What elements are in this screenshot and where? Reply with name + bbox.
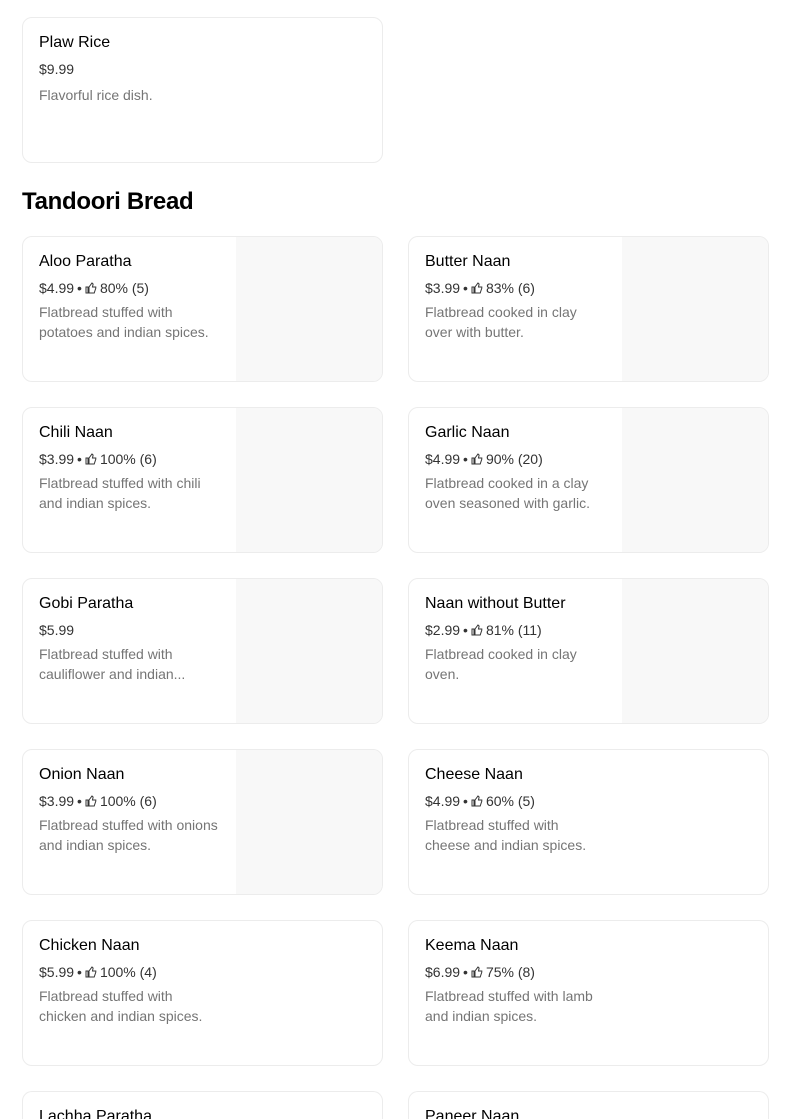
item-meta: $4.99 • 90% (20) (425, 451, 543, 467)
item-price: $6.99 (425, 964, 461, 980)
menu-item-card[interactable]: Garlic Naan $4.99 • 90% (20) Flatbread c… (408, 407, 769, 553)
thumbs-up-icon (471, 795, 483, 807)
item-name: Cheese Naan (425, 766, 523, 783)
item-meta: $5.99 • 100% (4) (39, 964, 157, 980)
item-name: Lachha Paratha (39, 1108, 152, 1119)
section-title: Tandoori Bread (22, 188, 194, 215)
item-name: Butter Naan (425, 253, 511, 270)
separator-dot: • (77, 451, 82, 467)
thumbs-up-icon (471, 453, 483, 465)
item-price: $3.99 (39, 451, 75, 467)
thumbs-up-icon (85, 966, 97, 978)
item-description: Flatbread stuffed with cheese and indian… (425, 817, 587, 853)
separator-dot: • (463, 451, 468, 467)
menu-item-card[interactable]: Naan without Butter $2.99 • 81% (11) Fla… (408, 578, 769, 724)
thumbs-up-icon (471, 282, 483, 294)
item-rating: 75% (8) (485, 964, 535, 980)
item-image-placeholder (236, 579, 382, 723)
item-description: Flatbread stuffed with onions and indian… (39, 817, 218, 853)
item-rating: 100% (6) (99, 451, 157, 467)
item-rating: 100% (4) (99, 964, 157, 980)
item-price: $2.99 (425, 622, 461, 638)
separator-dot: • (77, 793, 82, 809)
menu-item-card[interactable]: Keema Naan $6.99 • 75% (8) Flatbread stu… (408, 920, 769, 1066)
menu-page: Plaw Rice $9.99 Flavorful rice dish. Tan… (0, 0, 804, 1119)
menu-item-card[interactable]: Paneer Naan (408, 1091, 769, 1119)
item-description: Flatbread stuffed with chili and indian … (39, 475, 201, 511)
separator-dot: • (77, 964, 82, 980)
thumbs-up-icon (85, 453, 97, 465)
item-name: Aloo Paratha (39, 253, 132, 270)
thumbs-up-icon (85, 795, 97, 807)
item-meta: $2.99 • 81% (11) (425, 622, 542, 638)
menu-item-card[interactable]: Gobi Paratha $5.99 Flatbread stuffed wit… (22, 578, 383, 724)
item-rating: 60% (5) (485, 793, 535, 809)
item-price: $9.99 (39, 61, 75, 77)
item-meta: $3.99 • 100% (6) (39, 451, 157, 467)
item-image-placeholder (622, 408, 768, 552)
item-price: $5.99 (39, 964, 75, 980)
item-meta: $9.99 (39, 61, 74, 77)
item-image-placeholder (622, 237, 768, 381)
item-image-placeholder (622, 579, 768, 723)
item-meta: $5.99 (39, 622, 74, 638)
item-name: Plaw Rice (39, 34, 111, 51)
item-name: Chili Naan (39, 424, 113, 441)
item-meta: $3.99 • 83% (6) (425, 280, 535, 296)
separator-dot: • (463, 793, 468, 809)
item-image-placeholder (236, 408, 382, 552)
menu-item-card[interactable]: Lachha Paratha (22, 1091, 383, 1119)
item-description: Flatbread cooked in a clay oven seasoned… (425, 475, 590, 511)
item-name: Keema Naan (425, 937, 519, 954)
item-name: Onion Naan (39, 766, 125, 783)
item-rating: 81% (11) (485, 622, 542, 638)
item-price: $5.99 (39, 622, 75, 638)
item-image-placeholder (236, 237, 382, 381)
item-meta: $6.99 • 75% (8) (425, 964, 535, 980)
item-image-placeholder (236, 750, 382, 894)
item-price: $3.99 (39, 793, 75, 809)
item-name: Paneer Naan (425, 1108, 520, 1119)
menu-item-card[interactable]: Aloo Paratha $4.99 • 80% (5) Flatbread s… (22, 236, 383, 382)
menu-item-card[interactable]: Plaw Rice $9.99 Flavorful rice dish. (22, 17, 383, 163)
item-name: Chicken Naan (39, 937, 140, 954)
menu-item-card[interactable]: Butter Naan $3.99 • 83% (6) Flatbread co… (408, 236, 769, 382)
item-meta: $4.99 • 60% (5) (425, 793, 535, 809)
separator-dot: • (463, 964, 468, 980)
item-rating: 80% (5) (99, 280, 149, 296)
item-description: Flatbread cooked in clay oven. (425, 646, 577, 682)
item-price: $3.99 (425, 280, 461, 296)
item-rating: 83% (6) (485, 280, 535, 296)
thumbs-up-icon (471, 624, 483, 636)
item-name: Naan without Butter (425, 595, 566, 612)
item-description: Flatbread stuffed with chicken and india… (39, 988, 203, 1024)
item-price: $4.99 (425, 451, 461, 467)
item-description: Flatbread stuffed with lamb and indian s… (425, 988, 593, 1024)
menu-item-card[interactable]: Chili Naan $3.99 • 100% (6) Flatbread st… (22, 407, 383, 553)
menu-item-card[interactable]: Chicken Naan $5.99 • 100% (4) Flatbread … (22, 920, 383, 1066)
item-description: Flatbread cooked in clay over with butte… (425, 304, 577, 340)
item-description: Flatbread stuffed with potatoes and indi… (39, 304, 209, 340)
item-meta: $3.99 • 100% (6) (39, 793, 157, 809)
item-name: Garlic Naan (425, 424, 510, 441)
menu-item-card[interactable]: Cheese Naan $4.99 • 60% (5) Flatbread st… (408, 749, 769, 895)
menu-item-card[interactable]: Onion Naan $3.99 • 100% (6) Flatbread st… (22, 749, 383, 895)
item-rating: 100% (6) (99, 793, 157, 809)
item-description: Flavorful rice dish. (39, 87, 153, 103)
separator-dot: • (77, 280, 82, 296)
item-price: $4.99 (39, 280, 75, 296)
thumbs-up-icon (85, 282, 97, 294)
item-meta: $4.99 • 80% (5) (39, 280, 149, 296)
item-price: $4.99 (425, 793, 461, 809)
item-name: Gobi Paratha (39, 595, 134, 612)
thumbs-up-icon (471, 966, 483, 978)
item-description: Flatbread stuffed with cauliflower and i… (39, 646, 186, 682)
separator-dot: • (463, 622, 468, 638)
item-rating: 90% (20) (485, 451, 543, 467)
separator-dot: • (463, 280, 468, 296)
